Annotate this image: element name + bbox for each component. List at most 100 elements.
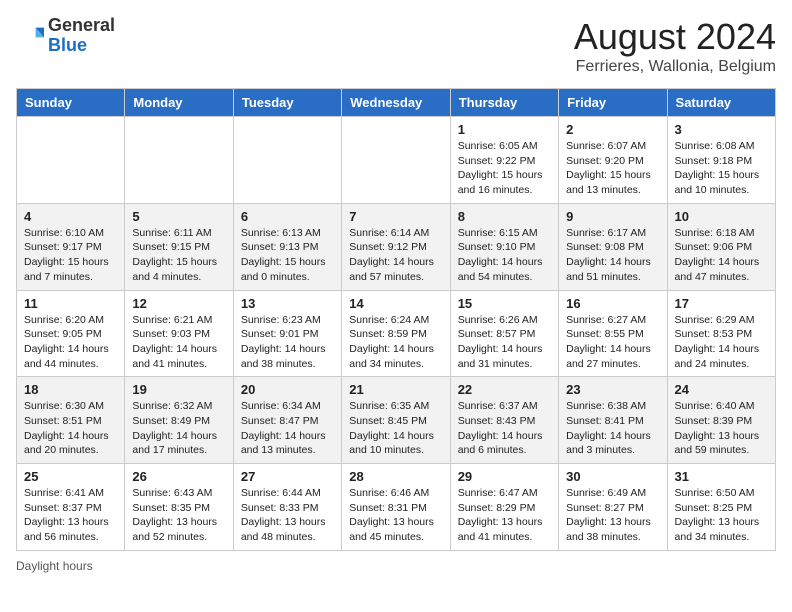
calendar-cell	[125, 117, 233, 204]
calendar-cell: 10 Sunrise: 6:18 AM Sunset: 9:06 PM Dayli…	[667, 203, 775, 290]
day-info: Sunrise: 6:13 AM Sunset: 9:13 PM Dayligh…	[241, 226, 334, 285]
calendar-cell: 4 Sunrise: 6:10 AM Sunset: 9:17 PM Daylig…	[17, 203, 125, 290]
calendar-cell: 23 Sunrise: 6:38 AM Sunset: 8:41 PM Dayli…	[559, 377, 667, 464]
day-number: 16	[566, 296, 659, 311]
calendar-table: SundayMondayTuesdayWednesdayThursdayFrid…	[16, 88, 776, 551]
day-number: 21	[349, 382, 442, 397]
calendar-week-row: 25 Sunrise: 6:41 AM Sunset: 8:37 PM Dayli…	[17, 464, 776, 551]
day-info: Sunrise: 6:11 AM Sunset: 9:15 PM Dayligh…	[132, 226, 225, 285]
day-info: Sunrise: 6:10 AM Sunset: 9:17 PM Dayligh…	[24, 226, 117, 285]
month-year: August 2024	[574, 16, 776, 58]
day-info: Sunrise: 6:41 AM Sunset: 8:37 PM Dayligh…	[24, 486, 117, 545]
calendar-cell: 31Sunrise: 6:50 AM Sunset: 8:25 PM Dayli…	[667, 464, 775, 551]
day-number: 13	[241, 296, 334, 311]
day-number: 11	[24, 296, 117, 311]
day-info: Sunrise: 6:18 AM Sunset: 9:06 PM Dayligh…	[675, 226, 768, 285]
calendar-cell: 3 Sunrise: 6:08 AM Sunset: 9:18 PM Daylig…	[667, 117, 775, 204]
calendar-cell: 15Sunrise: 6:26 AM Sunset: 8:57 PM Dayli…	[450, 290, 558, 377]
calendar-cell: 12 Sunrise: 6:21 AM Sunset: 9:03 PM Dayli…	[125, 290, 233, 377]
day-number: 23	[566, 382, 659, 397]
logo: General Blue	[16, 16, 115, 56]
calendar-cell: 13 Sunrise: 6:23 AM Sunset: 9:01 PM Dayli…	[233, 290, 341, 377]
day-info: Sunrise: 6:46 AM Sunset: 8:31 PM Dayligh…	[349, 486, 442, 545]
page-header: General Blue August 2024 Ferrieres, Wall…	[16, 16, 776, 76]
calendar-cell: 19Sunrise: 6:32 AM Sunset: 8:49 PM Dayli…	[125, 377, 233, 464]
day-info: Sunrise: 6:24 AM Sunset: 8:59 PM Dayligh…	[349, 313, 442, 372]
day-number: 28	[349, 469, 442, 484]
day-number: 25	[24, 469, 117, 484]
day-number: 14	[349, 296, 442, 311]
day-number: 18	[24, 382, 117, 397]
day-info: Sunrise: 6:37 AM Sunset: 8:43 PM Dayligh…	[458, 399, 551, 458]
day-number: 17	[675, 296, 768, 311]
calendar-week-row: 18 Sunrise: 6:30 AM Sunset: 8:51 PM Dayli…	[17, 377, 776, 464]
day-info: Sunrise: 6:40 AM Sunset: 8:39 PM Dayligh…	[675, 399, 768, 458]
day-info: Sunrise: 6:26 AM Sunset: 8:57 PM Dayligh…	[458, 313, 551, 372]
logo-general: General	[48, 15, 115, 35]
calendar-week-row: 4 Sunrise: 6:10 AM Sunset: 9:17 PM Daylig…	[17, 203, 776, 290]
day-number: 20	[241, 382, 334, 397]
calendar-cell: 2 Sunrise: 6:07 AM Sunset: 9:20 PM Daylig…	[559, 117, 667, 204]
day-info: Sunrise: 6:38 AM Sunset: 8:41 PM Dayligh…	[566, 399, 659, 458]
calendar-cell: 22 Sunrise: 6:37 AM Sunset: 8:43 PM Dayli…	[450, 377, 558, 464]
calendar-cell: 17 Sunrise: 6:29 AM Sunset: 8:53 PM Dayli…	[667, 290, 775, 377]
calendar-cell: 25 Sunrise: 6:41 AM Sunset: 8:37 PM Dayli…	[17, 464, 125, 551]
calendar-cell	[233, 117, 341, 204]
calendar-cell: 20 Sunrise: 6:34 AM Sunset: 8:47 PM Dayli…	[233, 377, 341, 464]
day-info: Sunrise: 6:17 AM Sunset: 9:08 PM Dayligh…	[566, 226, 659, 285]
calendar-cell: 28 Sunrise: 6:46 AM Sunset: 8:31 PM Dayli…	[342, 464, 450, 551]
day-info: Sunrise: 6:21 AM Sunset: 9:03 PM Dayligh…	[132, 313, 225, 372]
footer-note: Daylight hours	[16, 559, 776, 573]
location: Ferrieres, Wallonia, Belgium	[574, 58, 776, 76]
day-number: 2	[566, 122, 659, 137]
day-info: Sunrise: 6:07 AM Sunset: 9:20 PM Dayligh…	[566, 139, 659, 198]
day-number: 24	[675, 382, 768, 397]
day-number: 27	[241, 469, 334, 484]
calendar-cell: 27Sunrise: 6:44 AM Sunset: 8:33 PM Dayli…	[233, 464, 341, 551]
day-number: 4	[24, 209, 117, 224]
calendar-cell: 8Sunrise: 6:15 AM Sunset: 9:10 PM Daylig…	[450, 203, 558, 290]
calendar-cell: 16Sunrise: 6:27 AM Sunset: 8:55 PM Dayli…	[559, 290, 667, 377]
column-header-tuesday: Tuesday	[233, 89, 341, 117]
day-number: 30	[566, 469, 659, 484]
day-info: Sunrise: 6:08 AM Sunset: 9:18 PM Dayligh…	[675, 139, 768, 198]
day-number: 10	[675, 209, 768, 224]
calendar-week-row: 11Sunrise: 6:20 AM Sunset: 9:05 PM Dayli…	[17, 290, 776, 377]
calendar-header-row: SundayMondayTuesdayWednesdayThursdayFrid…	[17, 89, 776, 117]
day-number: 3	[675, 122, 768, 137]
day-info: Sunrise: 6:47 AM Sunset: 8:29 PM Dayligh…	[458, 486, 551, 545]
calendar-cell: 11Sunrise: 6:20 AM Sunset: 9:05 PM Dayli…	[17, 290, 125, 377]
calendar-cell: 30Sunrise: 6:49 AM Sunset: 8:27 PM Dayli…	[559, 464, 667, 551]
calendar-cell: 26Sunrise: 6:43 AM Sunset: 8:35 PM Dayli…	[125, 464, 233, 551]
title-block: August 2024 Ferrieres, Wallonia, Belgium	[574, 16, 776, 76]
column-header-saturday: Saturday	[667, 89, 775, 117]
calendar-cell: 6 Sunrise: 6:13 AM Sunset: 9:13 PM Daylig…	[233, 203, 341, 290]
calendar-cell: 18 Sunrise: 6:30 AM Sunset: 8:51 PM Dayli…	[17, 377, 125, 464]
calendar-cell: 5Sunrise: 6:11 AM Sunset: 9:15 PM Daylig…	[125, 203, 233, 290]
day-info: Sunrise: 6:05 AM Sunset: 9:22 PM Dayligh…	[458, 139, 551, 198]
day-number: 29	[458, 469, 551, 484]
day-number: 7	[349, 209, 442, 224]
calendar-cell: 14 Sunrise: 6:24 AM Sunset: 8:59 PM Dayli…	[342, 290, 450, 377]
column-header-thursday: Thursday	[450, 89, 558, 117]
day-number: 22	[458, 382, 551, 397]
day-number: 6	[241, 209, 334, 224]
calendar-cell: 29 Sunrise: 6:47 AM Sunset: 8:29 PM Dayli…	[450, 464, 558, 551]
calendar-cell: 7Sunrise: 6:14 AM Sunset: 9:12 PM Daylig…	[342, 203, 450, 290]
logo-text: General Blue	[48, 16, 115, 56]
day-info: Sunrise: 6:23 AM Sunset: 9:01 PM Dayligh…	[241, 313, 334, 372]
daylight-label: Daylight hours	[16, 559, 93, 573]
day-number: 9	[566, 209, 659, 224]
day-info: Sunrise: 6:35 AM Sunset: 8:45 PM Dayligh…	[349, 399, 442, 458]
day-number: 12	[132, 296, 225, 311]
day-info: Sunrise: 6:29 AM Sunset: 8:53 PM Dayligh…	[675, 313, 768, 372]
column-header-wednesday: Wednesday	[342, 89, 450, 117]
logo-blue: Blue	[48, 35, 87, 55]
day-info: Sunrise: 6:34 AM Sunset: 8:47 PM Dayligh…	[241, 399, 334, 458]
day-info: Sunrise: 6:50 AM Sunset: 8:25 PM Dayligh…	[675, 486, 768, 545]
day-info: Sunrise: 6:30 AM Sunset: 8:51 PM Dayligh…	[24, 399, 117, 458]
calendar-cell: 24 Sunrise: 6:40 AM Sunset: 8:39 PM Dayli…	[667, 377, 775, 464]
calendar-cell	[17, 117, 125, 204]
calendar-cell: 9 Sunrise: 6:17 AM Sunset: 9:08 PM Daylig…	[559, 203, 667, 290]
calendar-cell: 1Sunrise: 6:05 AM Sunset: 9:22 PM Daylig…	[450, 117, 558, 204]
